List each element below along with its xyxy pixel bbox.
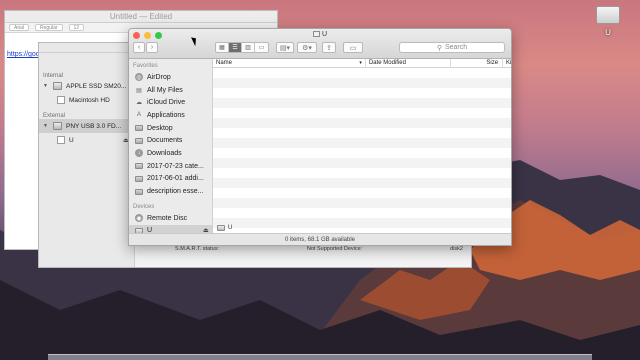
view-mode-selector: ▦ ☰ ▥ ▭ [215,42,269,53]
sidebar-item-description[interactable]: description esse... [129,185,212,198]
remote-disc-icon: ◉ [135,214,143,223]
column-size[interactable]: Size [451,59,504,67]
column-headers: Name ▾ Date Modified Size Ki [213,59,511,68]
document-link[interactable]: https://goo [7,51,40,58]
disk-utility-sidebar: Internal ▼ APPLE SSD SM20... Macintosh H… [39,53,135,267]
favorites-header: Favorites [133,63,158,69]
devices-header: Devices [133,203,155,210]
device-name: PNY USB 3.0 FD... [66,122,122,130]
smart-status-row: S.M.A.R.T. status: Not Supported Device:… [171,245,467,255]
device-value: disk2 [450,246,463,252]
search-placeholder: Search [444,44,468,51]
column-view-button[interactable]: ▥ [242,43,255,52]
desktop-drive-u[interactable]: U [590,0,626,40]
sidebar-item-downloads[interactable]: ↓ Downloads [129,147,212,160]
volume-name: U [69,136,74,144]
tags-button[interactable]: ▭ [343,42,363,53]
device-row-u[interactable]: U ⏏ [39,133,134,147]
font-size-select[interactable]: 12 [68,24,85,31]
finder-window: U ‹ › ▦ ☰ ▥ ▭ ▤▾ ⚙▾ ⇪ ▭ ⚲ Search Favorit… [128,28,512,246]
drive-icon [312,31,320,38]
arrange-button[interactable]: ▤▾ [276,42,294,53]
column-name[interactable]: Name ▾ [213,59,366,67]
device-name: APPLE SSD SM20... [66,82,127,90]
usb-disk-icon [53,122,62,130]
drive-icon [217,225,225,231]
sidebar-item-desktop[interactable]: Desktop [129,122,212,135]
sidebar-item-icloud-drive[interactable]: ☁ iCloud Drive [129,96,212,109]
disclosure-triangle-icon[interactable]: ▼ [43,83,49,89]
column-date-modified[interactable]: Date Modified [366,59,452,67]
icloud-icon: ☁ [136,100,142,107]
device-row-pny-usb[interactable]: ▼ PNY USB 3.0 FD... [39,119,134,133]
folder-icon [135,188,143,195]
downloads-icon: ↓ [135,149,143,158]
dock[interactable] [48,354,592,360]
finder-sidebar: Favorites ◎ AirDrop ▤ All My Files ☁ iCloud… [129,59,213,233]
desktop-drive-label: U [605,28,611,37]
file-list[interactable]: Name ▾ Date Modified Size Ki [213,59,511,233]
applications-icon: A [136,112,141,119]
search-icon: ⚲ [436,44,442,52]
sort-chevron-icon: ▾ [359,60,362,66]
smart-status-label: S.M.A.R.T. status: [175,246,220,252]
volume-icon [57,136,65,144]
sidebar-item-all-my-files[interactable]: ▤ All My Files [129,84,212,97]
finder-title: U [129,31,511,38]
device-row-apple-ssd[interactable]: ▼ APPLE SSD SM20... [39,79,134,93]
list-view-button[interactable]: ☰ [229,43,242,52]
sidebar-item-airdrop[interactable]: ◎ AirDrop [129,71,212,84]
device-label: Device: [343,246,363,252]
folder-icon [135,163,143,170]
folder-icon [135,125,143,132]
icon-view-button[interactable]: ▦ [216,43,229,52]
column-kind[interactable]: Ki [503,59,511,67]
volume-icon [57,96,65,104]
status-bar: 0 items, 68.1 GB available [129,233,511,245]
sidebar-item-folder-2017-06-01[interactable]: 2017-06-01 addi... [129,173,212,186]
path-bar: U [217,223,232,233]
action-gear-button[interactable]: ⚙▾ [297,42,317,53]
finder-toolbar: U ‹ › ▦ ☰ ▥ ▭ ▤▾ ⚙▾ ⇪ ▭ ⚲ Search [129,29,511,59]
hard-disk-icon [53,82,62,90]
search-field[interactable]: ⚲ Search [399,42,505,53]
cover-flow-button[interactable]: ▭ [255,43,268,52]
folder-icon [135,175,143,182]
smart-status-value: Not Supported [306,246,343,252]
airdrop-icon: ◎ [135,73,143,82]
volume-name: Macintosh HD [69,96,110,104]
share-button[interactable]: ⇪ [322,42,336,53]
sidebar-item-u[interactable]: U ⏏ [129,224,212,233]
disclosure-triangle-icon[interactable]: ▼ [43,123,49,129]
folder-icon [135,137,143,144]
usb-drive-icon [596,6,620,24]
empty-file-rows [213,68,511,233]
textedit-title: Untitled — Edited [5,11,277,23]
sidebar-item-applications[interactable]: A Applications [129,109,212,122]
back-button[interactable]: ‹ [133,42,145,53]
font-name-select[interactable]: Arial [9,24,30,31]
all-files-icon: ▤ [136,87,142,94]
forward-button[interactable]: › [146,42,158,53]
font-style-select[interactable]: Regular [35,24,63,31]
sidebar-item-folder-2017-07-23[interactable]: 2017-07-23 cate... [129,160,212,173]
device-row-macintosh-hd[interactable]: Macintosh HD [39,93,134,107]
sidebar-item-remote-disc[interactable]: ◉ Remote Disc [129,212,212,225]
path-item-u[interactable]: U [228,225,232,231]
sidebar-item-documents[interactable]: Documents [129,134,212,147]
